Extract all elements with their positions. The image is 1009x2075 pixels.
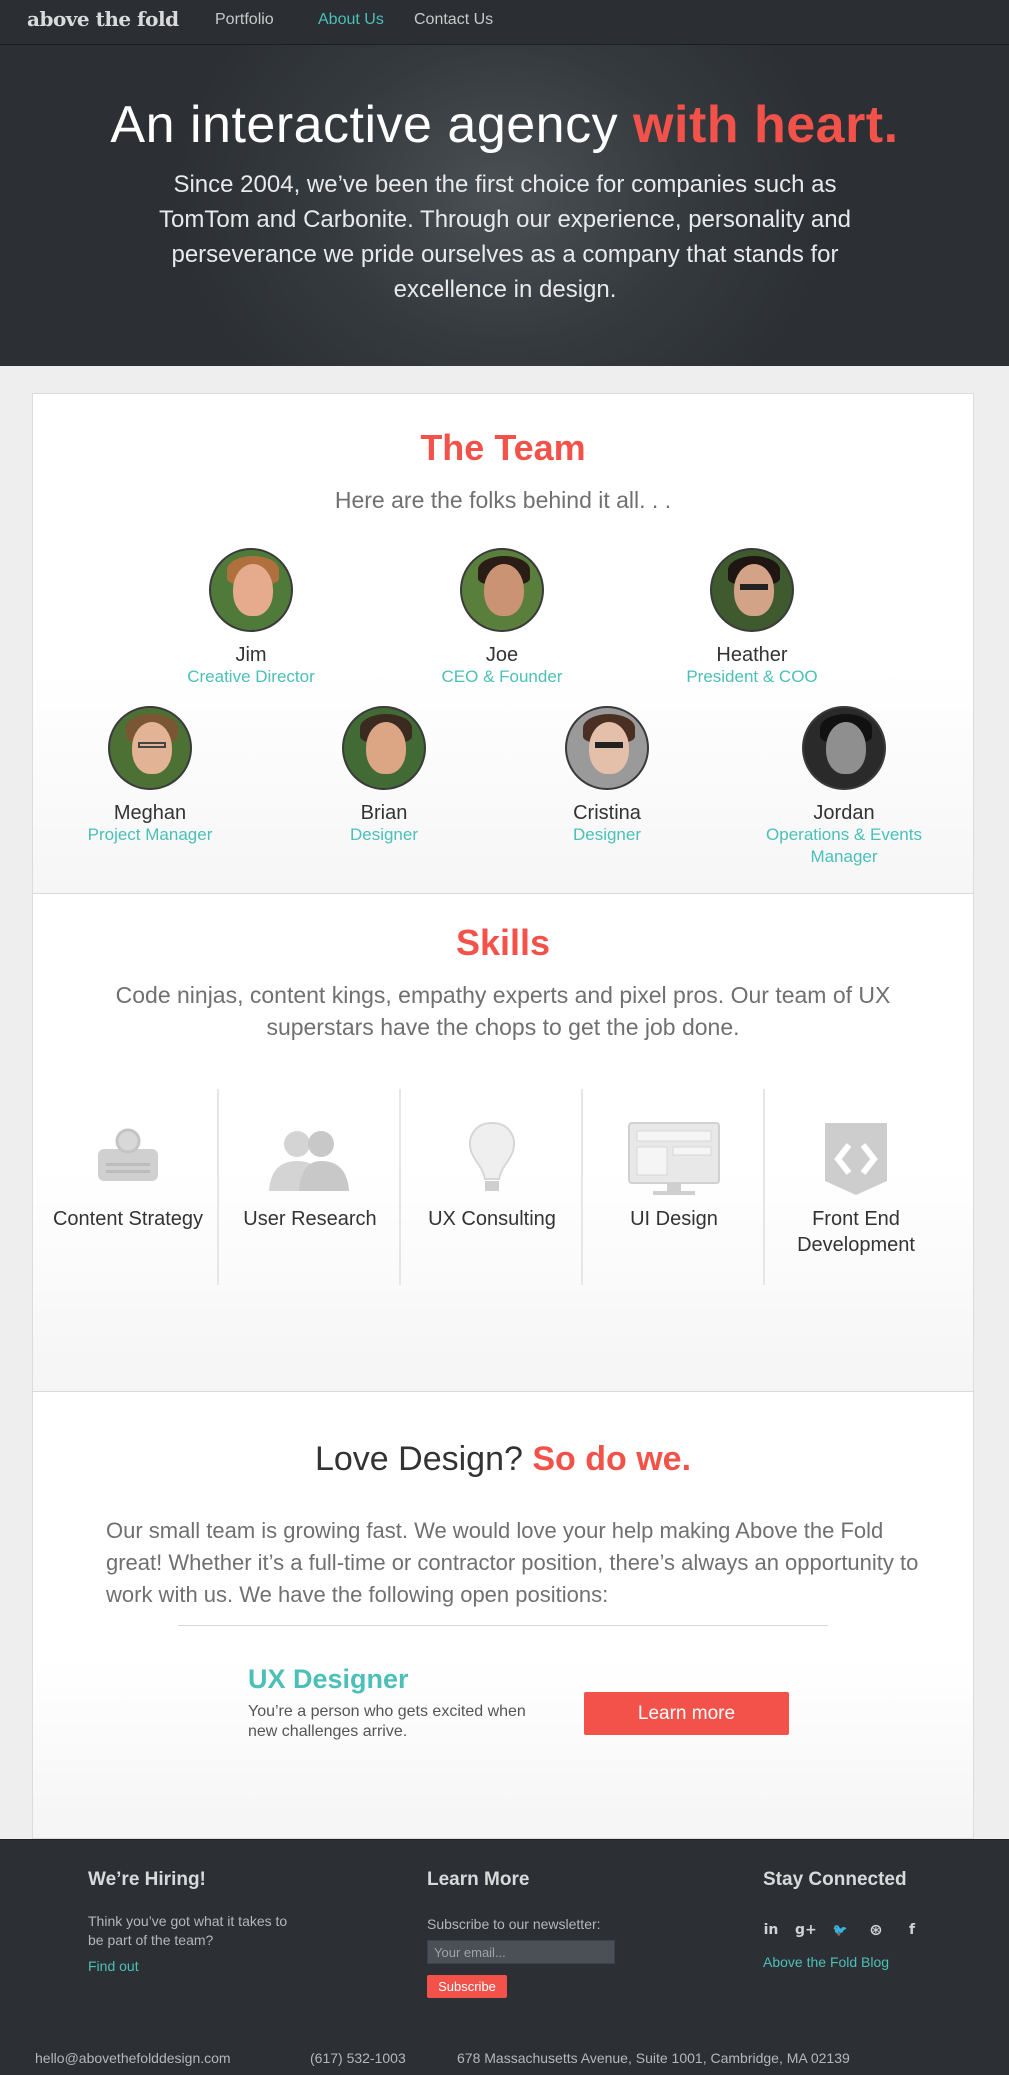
blog-link[interactable]: Above the Fold Blog — [763, 1954, 889, 1970]
avatar — [710, 548, 794, 632]
monitor-icon — [628, 1122, 720, 1195]
careers-heading-accent: So do we. — [532, 1440, 692, 1478]
team-member-cristina: Cristina Designer — [497, 706, 717, 846]
member-role: Project Manager — [87, 825, 213, 844]
twitter-icon[interactable]: 🐦 — [830, 1920, 850, 1940]
lightbulb-icon — [469, 1121, 515, 1191]
code-icon — [825, 1123, 887, 1195]
learn-more-button[interactable]: Learn more — [584, 1692, 789, 1735]
team-subtitle: Here are the folks behind it all. . . — [334, 487, 672, 513]
nav-link-about-us[interactable]: About Us — [318, 11, 384, 29]
position-title: UX Designer — [248, 1664, 409, 1694]
team-member-meghan: Meghan Project Manager — [40, 706, 260, 846]
nav-link-portfolio[interactable]: Portfolio — [215, 11, 274, 29]
nav-link-contact-us[interactable]: Contact Us — [414, 11, 493, 29]
skill-label: User Research — [243, 1208, 377, 1230]
footer-hiring-title: We’re Hiring! — [88, 1869, 206, 1890]
content-card: The Team Here are the folks behind it al… — [32, 393, 974, 1839]
member-name: Joe — [485, 644, 519, 666]
skill-ux-consulting: UX Consulting — [399, 1089, 581, 1285]
team-member-heather: Heather President & COO — [642, 548, 862, 688]
avatar — [209, 548, 293, 632]
site-logo[interactable]: above the fold — [27, 7, 179, 31]
careers-section: Love Design? So do we. Our small team is… — [33, 1392, 973, 1838]
users-icon — [269, 1131, 349, 1191]
member-role: Designer — [572, 825, 642, 844]
dribbble-icon[interactable]: ⊛ — [866, 1920, 886, 1940]
top-nav: above the fold Portfolio About Us Contac… — [0, 0, 1009, 45]
skills-section: Skills Code ninjas, content kings, empat… — [33, 894, 973, 1392]
footer-connect-title: Stay Connected — [763, 1869, 907, 1890]
skill-label: UI Design — [630, 1208, 718, 1230]
newsletter-email-input[interactable] — [427, 1940, 615, 1964]
contact-phone: (617) 532-1003 — [310, 2050, 406, 2066]
skill-label: Content Strategy — [52, 1208, 204, 1230]
contact-address: 678 Massachusetts Avenue, Suite 1001, Ca… — [457, 2050, 850, 2066]
divider — [178, 1625, 828, 1626]
subscribe-button[interactable]: Subscribe — [427, 1975, 507, 1998]
team-member-jordan: Jordan Operations & Events Manager — [734, 706, 954, 868]
skill-label: Front End Development — [797, 1208, 915, 1256]
typewriter-icon — [98, 1128, 158, 1181]
team-title: The Team — [420, 427, 586, 468]
member-role: President & COO — [686, 667, 818, 686]
hero-paragraph: Since 2004, we’ve been the first choice … — [159, 171, 851, 303]
footer-learn-title: Learn More — [427, 1869, 530, 1890]
skill-label: UX Consulting — [428, 1208, 556, 1230]
contact-email-link[interactable]: hello@abovethefolddesign.com — [35, 2050, 231, 2066]
hero-title: An interactive agency with heart. — [0, 95, 1009, 155]
careers-heading: Love Design? So do we. — [33, 1440, 973, 1479]
member-role: Designer — [349, 825, 419, 844]
team-member-jim: Jim Creative Director — [141, 548, 361, 688]
team-member-brian: Brian Designer — [274, 706, 494, 846]
avatar — [565, 706, 649, 790]
member-role: Operations & Events Manager — [766, 825, 922, 866]
member-name: Jordan — [813, 802, 875, 824]
avatar — [342, 706, 426, 790]
team-member-joe: Joe CEO & Founder — [392, 548, 612, 688]
skill-content-strategy: Content Strategy — [37, 1089, 219, 1285]
skill-user-research: User Research — [217, 1089, 399, 1285]
avatar — [460, 548, 544, 632]
find-out-link[interactable]: Find out — [88, 1958, 139, 1974]
avatar — [108, 706, 192, 790]
facebook-icon[interactable]: f — [902, 1920, 922, 1940]
footer-hiring-text: Think you’ve got what it takes to be par… — [88, 1913, 288, 1948]
careers-heading-plain: Love Design? — [314, 1440, 533, 1478]
member-role: Creative Director — [187, 667, 315, 686]
team-section: The Team Here are the folks behind it al… — [33, 394, 973, 894]
skills-title: Skills — [455, 922, 551, 963]
skill-front-end-development: Front End Development — [763, 1089, 945, 1285]
hero-title-accent: with heart. — [633, 96, 899, 154]
linkedin-icon[interactable]: in — [761, 1920, 781, 1940]
member-role: CEO & Founder — [441, 667, 563, 686]
position-description: You’re a person who gets excited when ne… — [248, 1703, 526, 1740]
skill-ui-design: UI Design — [581, 1089, 763, 1285]
avatar — [802, 706, 886, 790]
skills-subtitle: Code ninjas, content kings, empathy expe… — [115, 982, 891, 1040]
member-name: Jim — [235, 644, 267, 666]
member-name: Heather — [716, 644, 788, 666]
site-footer: We’re Hiring! Think you’ve got what it t… — [0, 1839, 1009, 2075]
member-name: Meghan — [113, 802, 187, 824]
hero-title-plain: An interactive agency — [110, 96, 634, 154]
member-name: Cristina — [573, 802, 641, 824]
careers-paragraph: Our small team is growing fast. We would… — [106, 1518, 919, 1607]
google-plus-icon[interactable]: g+ — [795, 1920, 817, 1940]
member-name: Brian — [360, 802, 408, 824]
hero-banner: An interactive agency with heart. Since … — [0, 45, 1009, 366]
newsletter-label: Subscribe to our newsletter: — [427, 1916, 601, 1932]
